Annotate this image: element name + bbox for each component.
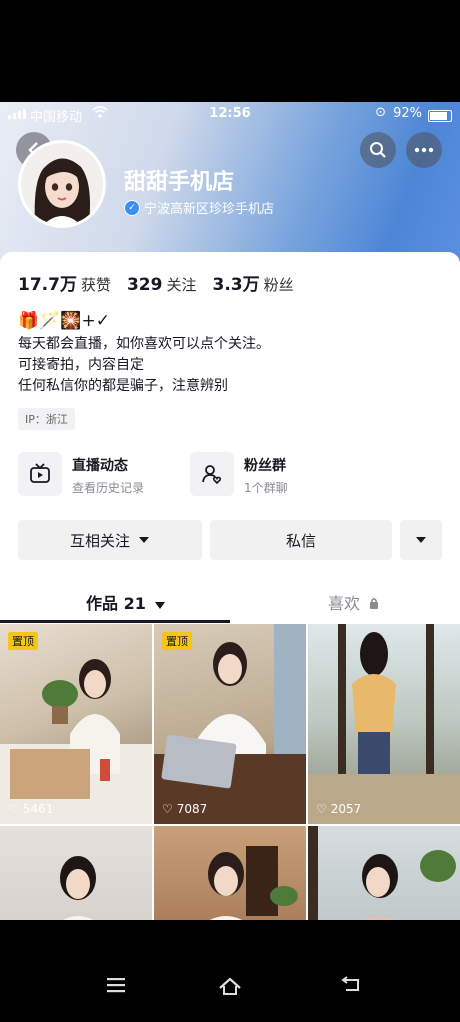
video-tile[interactable] bbox=[308, 826, 460, 920]
like-count: ♡ 2057 bbox=[316, 802, 361, 816]
video-thumbnail bbox=[308, 624, 460, 824]
heart-icon: ♡ bbox=[316, 802, 327, 816]
stat-value: 329 bbox=[126, 275, 163, 295]
profile-card: 17.7万 获赞 329 关注 3.3万 粉丝 🎁🪄🎇+✓ 每天都会直播，如你喜欢可以… bbox=[0, 252, 460, 920]
verified-label: ✓ 宁波高新区珍珍手机店 bbox=[124, 198, 274, 217]
active-tab-indicator bbox=[0, 620, 230, 623]
search-button[interactable] bbox=[360, 132, 396, 168]
more-actions-button[interactable] bbox=[400, 520, 442, 560]
alarm-icon: ⊙ bbox=[375, 105, 386, 120]
mutual-follow-button[interactable]: 互相关注 bbox=[18, 520, 202, 560]
like-count-value: 5461 bbox=[22, 802, 54, 816]
video-thumbnail bbox=[154, 624, 306, 824]
video-thumbnail bbox=[60, 856, 96, 920]
tab-label: 喜欢 bbox=[328, 594, 361, 613]
home-icon[interactable] bbox=[218, 976, 242, 1000]
stat-label: 获赞 bbox=[80, 276, 111, 294]
tab-likes[interactable]: 喜欢 bbox=[328, 590, 379, 614]
verified-text: 宁波高新区珍珍手机店 bbox=[144, 202, 275, 217]
heart-icon: ♡ bbox=[162, 802, 173, 816]
video-tile[interactable]: ♡ 2057 bbox=[308, 624, 460, 824]
more-button[interactable] bbox=[406, 132, 442, 168]
back-nav-icon[interactable] bbox=[340, 976, 362, 998]
stat-value: 17.7万 bbox=[18, 275, 77, 295]
search-icon bbox=[370, 142, 386, 158]
like-count: ♡ 5461 bbox=[8, 802, 53, 816]
stat-value: 3.3万 bbox=[212, 275, 260, 295]
avatar[interactable] bbox=[18, 140, 106, 228]
profile-header: 中国移动 12:56 ⊙ 92% 甜甜手机店 ✓ 宁波高新区珍珍手机店 bbox=[0, 102, 460, 262]
like-count-value: 7087 bbox=[176, 802, 208, 816]
video-thumbnail bbox=[0, 659, 152, 824]
feature-subtitle: 查看历史记录 bbox=[72, 481, 145, 495]
battery-percent: 92% bbox=[393, 106, 422, 121]
tv-icon bbox=[18, 452, 62, 496]
system-nav-bar bbox=[0, 960, 460, 1022]
battery-icon bbox=[428, 110, 452, 122]
video-thumbnail bbox=[308, 826, 456, 920]
bio-line: 任何私信你的都是骗子，注意辨别 bbox=[18, 378, 228, 394]
video-tile[interactable]: 置顶 ♡ 5461 bbox=[0, 624, 152, 824]
like-count: ♡ 7087 bbox=[162, 802, 207, 816]
tab-label: 作品 21 bbox=[86, 594, 146, 613]
feature-title: 粉丝群 bbox=[244, 458, 286, 474]
caret-down-icon bbox=[155, 602, 166, 609]
status-bar: 中国移动 12:56 ⊙ 92% bbox=[0, 102, 460, 128]
follow-label: 互相关注 bbox=[69, 531, 130, 550]
profile-bio: 🎁🪄🎇+✓ 每天都会直播，如你喜欢可以点个关注。 可接寄拍，内容自定 任何私信你… bbox=[18, 310, 270, 397]
fan-group-entry[interactable]: 粉丝群 1个群聊 bbox=[190, 452, 288, 496]
bio-emoji-line: 🎁🪄🎇+✓ bbox=[18, 311, 110, 331]
stat-likes[interactable]: 17.7万 获赞 bbox=[18, 270, 111, 295]
like-count-value: 2057 bbox=[330, 802, 362, 816]
video-tile[interactable]: 置顶 ♡ 7087 bbox=[154, 624, 306, 824]
verified-badge-icon: ✓ bbox=[124, 199, 140, 216]
more-dots-icon bbox=[414, 147, 434, 153]
video-tile[interactable] bbox=[0, 826, 152, 920]
stat-label: 关注 bbox=[166, 276, 197, 294]
message-label: 私信 bbox=[285, 531, 316, 550]
profile-stats: 17.7万 获赞 329 关注 3.3万 粉丝 bbox=[18, 270, 294, 295]
live-history-entry[interactable]: 直播动态 查看历史记录 bbox=[18, 452, 144, 496]
content-tabs: 作品 21 喜欢 bbox=[0, 582, 460, 624]
ip-location-tag: IP：浙江 bbox=[18, 408, 75, 430]
avatar-illustration bbox=[21, 143, 103, 225]
bio-line: 可接寄拍，内容自定 bbox=[18, 357, 144, 373]
profile-name: 甜甜手机店 bbox=[124, 170, 235, 195]
stat-label: 粉丝 bbox=[263, 276, 294, 294]
lock-icon bbox=[370, 598, 379, 609]
video-thumbnail bbox=[208, 846, 298, 920]
menu-icon[interactable] bbox=[105, 976, 127, 998]
bio-line: 每天都会直播，如你喜欢可以点个关注。 bbox=[18, 336, 270, 352]
heart-icon: ♡ bbox=[8, 802, 19, 816]
profile-screen: 中国移动 12:56 ⊙ 92% 甜甜手机店 ✓ 宁波高新区珍珍手机店 17.7… bbox=[0, 102, 460, 920]
video-tile[interactable] bbox=[154, 826, 306, 920]
feature-title: 直播动态 bbox=[72, 458, 128, 474]
feature-subtitle: 1个群聊 bbox=[244, 481, 288, 495]
pinned-badge: 置顶 bbox=[8, 632, 38, 650]
message-button[interactable]: 私信 bbox=[210, 520, 392, 560]
clock: 12:56 bbox=[209, 106, 251, 121]
stat-followers[interactable]: 3.3万 粉丝 bbox=[212, 270, 293, 295]
group-icon bbox=[190, 452, 234, 496]
caret-down-icon bbox=[139, 537, 149, 543]
stat-following[interactable]: 329 关注 bbox=[127, 274, 197, 295]
caret-down-icon bbox=[416, 537, 426, 543]
pinned-badge: 置顶 bbox=[162, 632, 192, 650]
tab-works[interactable]: 作品 21 bbox=[86, 590, 166, 614]
